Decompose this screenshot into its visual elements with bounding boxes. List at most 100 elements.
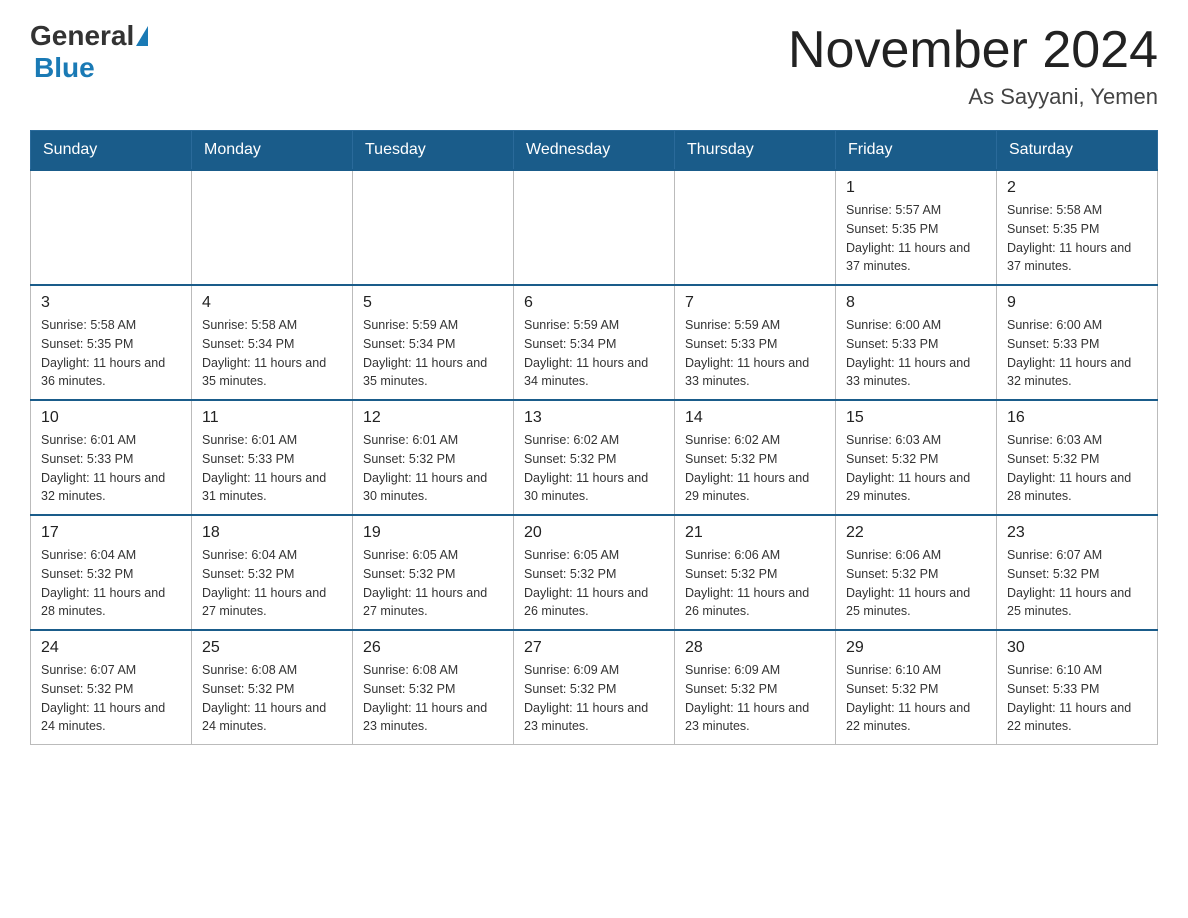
col-header-saturday: Saturday bbox=[997, 131, 1158, 171]
month-title: November 2024 bbox=[788, 20, 1158, 80]
day-number: 30 bbox=[1007, 639, 1147, 657]
day-number: 24 bbox=[41, 639, 181, 657]
calendar-cell: 1 Sunrise: 5:57 AM Sunset: 5:35 PM Daylig… bbox=[836, 170, 997, 285]
day-info: Sunrise: 6:07 AM Sunset: 5:32 PM Dayligh… bbox=[41, 661, 181, 736]
col-header-friday: Friday bbox=[836, 131, 997, 171]
calendar-cell bbox=[675, 170, 836, 285]
logo-general-text: General bbox=[30, 20, 134, 52]
day-info: Sunrise: 6:02 AM Sunset: 5:32 PM Dayligh… bbox=[685, 431, 825, 506]
day-info: Sunrise: 6:06 AM Sunset: 5:32 PM Dayligh… bbox=[685, 546, 825, 621]
day-number: 21 bbox=[685, 524, 825, 542]
calendar-cell: 18 Sunrise: 6:04 AM Sunset: 5:32 PM Dayli… bbox=[192, 515, 353, 630]
day-info: Sunrise: 5:57 AM Sunset: 5:35 PM Dayligh… bbox=[846, 201, 986, 276]
day-info: Sunrise: 6:01 AM Sunset: 5:33 PM Dayligh… bbox=[202, 431, 342, 506]
day-number: 27 bbox=[524, 639, 664, 657]
calendar-cell: 8 Sunrise: 6:00 AM Sunset: 5:33 PM Daylig… bbox=[836, 285, 997, 400]
day-info: Sunrise: 6:02 AM Sunset: 5:32 PM Dayligh… bbox=[524, 431, 664, 506]
day-info: Sunrise: 6:10 AM Sunset: 5:32 PM Dayligh… bbox=[846, 661, 986, 736]
day-info: Sunrise: 6:08 AM Sunset: 5:32 PM Dayligh… bbox=[363, 661, 503, 736]
logo-triangle-icon bbox=[136, 26, 148, 46]
day-number: 17 bbox=[41, 524, 181, 542]
day-info: Sunrise: 5:58 AM Sunset: 5:35 PM Dayligh… bbox=[1007, 201, 1147, 276]
calendar-cell: 30 Sunrise: 6:10 AM Sunset: 5:33 PM Dayli… bbox=[997, 630, 1158, 745]
title-area: November 2024 As Sayyani, Yemen bbox=[788, 20, 1158, 110]
calendar-cell: 24 Sunrise: 6:07 AM Sunset: 5:32 PM Dayli… bbox=[31, 630, 192, 745]
day-number: 7 bbox=[685, 294, 825, 312]
calendar-cell: 7 Sunrise: 5:59 AM Sunset: 5:33 PM Daylig… bbox=[675, 285, 836, 400]
day-info: Sunrise: 6:05 AM Sunset: 5:32 PM Dayligh… bbox=[524, 546, 664, 621]
calendar-week-row: 17 Sunrise: 6:04 AM Sunset: 5:32 PM Dayli… bbox=[31, 515, 1158, 630]
calendar-cell: 27 Sunrise: 6:09 AM Sunset: 5:32 PM Dayli… bbox=[514, 630, 675, 745]
calendar-week-row: 24 Sunrise: 6:07 AM Sunset: 5:32 PM Dayli… bbox=[31, 630, 1158, 745]
day-number: 29 bbox=[846, 639, 986, 657]
day-info: Sunrise: 6:09 AM Sunset: 5:32 PM Dayligh… bbox=[524, 661, 664, 736]
day-number: 15 bbox=[846, 409, 986, 427]
day-info: Sunrise: 6:08 AM Sunset: 5:32 PM Dayligh… bbox=[202, 661, 342, 736]
col-header-sunday: Sunday bbox=[31, 131, 192, 171]
calendar-cell: 2Sunrise: 5:58 AM Sunset: 5:35 PM Daylig… bbox=[997, 170, 1158, 285]
day-info: Sunrise: 5:58 AM Sunset: 5:34 PM Dayligh… bbox=[202, 316, 342, 391]
day-info: Sunrise: 6:10 AM Sunset: 5:33 PM Dayligh… bbox=[1007, 661, 1147, 736]
day-info: Sunrise: 5:59 AM Sunset: 5:34 PM Dayligh… bbox=[363, 316, 503, 391]
day-number: 9 bbox=[1007, 294, 1147, 312]
calendar-cell: 25 Sunrise: 6:08 AM Sunset: 5:32 PM Dayli… bbox=[192, 630, 353, 745]
day-info: Sunrise: 6:01 AM Sunset: 5:33 PM Dayligh… bbox=[41, 431, 181, 506]
day-number: 11 bbox=[202, 409, 342, 427]
calendar-cell: 6Sunrise: 5:59 AM Sunset: 5:34 PM Daylig… bbox=[514, 285, 675, 400]
calendar-cell: 20 Sunrise: 6:05 AM Sunset: 5:32 PM Dayli… bbox=[514, 515, 675, 630]
day-number: 10 bbox=[41, 409, 181, 427]
calendar-cell: 11 Sunrise: 6:01 AM Sunset: 5:33 PM Dayli… bbox=[192, 400, 353, 515]
calendar-cell: 4 Sunrise: 5:58 AM Sunset: 5:34 PM Daylig… bbox=[192, 285, 353, 400]
day-info: Sunrise: 6:03 AM Sunset: 5:32 PM Dayligh… bbox=[846, 431, 986, 506]
calendar-cell: 10 Sunrise: 6:01 AM Sunset: 5:33 PM Dayli… bbox=[31, 400, 192, 515]
day-info: Sunrise: 5:58 AM Sunset: 5:35 PM Dayligh… bbox=[41, 316, 181, 391]
calendar-cell: 29 Sunrise: 6:10 AM Sunset: 5:32 PM Dayli… bbox=[836, 630, 997, 745]
day-number: 20 bbox=[524, 524, 664, 542]
calendar-cell bbox=[353, 170, 514, 285]
calendar-cell: 15 Sunrise: 6:03 AM Sunset: 5:32 PM Dayli… bbox=[836, 400, 997, 515]
calendar-cell: 23Sunrise: 6:07 AM Sunset: 5:32 PM Dayli… bbox=[997, 515, 1158, 630]
page-header: General Blue November 2024 As Sayyani, Y… bbox=[30, 20, 1158, 110]
calendar-cell: 21 Sunrise: 6:06 AM Sunset: 5:32 PM Dayli… bbox=[675, 515, 836, 630]
day-info: Sunrise: 6:01 AM Sunset: 5:32 PM Dayligh… bbox=[363, 431, 503, 506]
day-number: 3 bbox=[41, 294, 181, 312]
calendar-week-row: 1 Sunrise: 5:57 AM Sunset: 5:35 PM Daylig… bbox=[31, 170, 1158, 285]
day-number: 28 bbox=[685, 639, 825, 657]
day-number: 25 bbox=[202, 639, 342, 657]
calendar-header-row: SundayMondayTuesdayWednesdayThursdayFrid… bbox=[31, 131, 1158, 171]
day-number: 18 bbox=[202, 524, 342, 542]
calendar-week-row: 10 Sunrise: 6:01 AM Sunset: 5:33 PM Dayli… bbox=[31, 400, 1158, 515]
day-info: Sunrise: 6:06 AM Sunset: 5:32 PM Dayligh… bbox=[846, 546, 986, 621]
day-info: Sunrise: 5:59 AM Sunset: 5:34 PM Dayligh… bbox=[524, 316, 664, 391]
calendar-cell: 3 Sunrise: 5:58 AM Sunset: 5:35 PM Daylig… bbox=[31, 285, 192, 400]
calendar-cell: 22Sunrise: 6:06 AM Sunset: 5:32 PM Dayli… bbox=[836, 515, 997, 630]
logo-blue-text: Blue bbox=[34, 52, 95, 84]
day-number: 16 bbox=[1007, 409, 1147, 427]
calendar-cell: 17 Sunrise: 6:04 AM Sunset: 5:32 PM Dayli… bbox=[31, 515, 192, 630]
calendar-cell: 13 Sunrise: 6:02 AM Sunset: 5:32 PM Dayli… bbox=[514, 400, 675, 515]
calendar-cell bbox=[192, 170, 353, 285]
col-header-tuesday: Tuesday bbox=[353, 131, 514, 171]
col-header-monday: Monday bbox=[192, 131, 353, 171]
day-number: 4 bbox=[202, 294, 342, 312]
logo: General Blue bbox=[30, 20, 148, 84]
calendar-cell: 16 Sunrise: 6:03 AM Sunset: 5:32 PM Dayli… bbox=[997, 400, 1158, 515]
day-info: Sunrise: 5:59 AM Sunset: 5:33 PM Dayligh… bbox=[685, 316, 825, 391]
day-number: 13 bbox=[524, 409, 664, 427]
calendar-cell: 14 Sunrise: 6:02 AM Sunset: 5:32 PM Dayli… bbox=[675, 400, 836, 515]
calendar-cell: 9Sunrise: 6:00 AM Sunset: 5:33 PM Daylig… bbox=[997, 285, 1158, 400]
day-info: Sunrise: 6:04 AM Sunset: 5:32 PM Dayligh… bbox=[41, 546, 181, 621]
day-info: Sunrise: 6:00 AM Sunset: 5:33 PM Dayligh… bbox=[846, 316, 986, 391]
day-info: Sunrise: 6:03 AM Sunset: 5:32 PM Dayligh… bbox=[1007, 431, 1147, 506]
day-info: Sunrise: 6:04 AM Sunset: 5:32 PM Dayligh… bbox=[202, 546, 342, 621]
day-number: 23 bbox=[1007, 524, 1147, 542]
calendar-table: SundayMondayTuesdayWednesdayThursdayFrid… bbox=[30, 130, 1158, 745]
calendar-cell bbox=[514, 170, 675, 285]
day-number: 8 bbox=[846, 294, 986, 312]
day-number: 1 bbox=[846, 179, 986, 197]
calendar-cell: 5Sunrise: 5:59 AM Sunset: 5:34 PM Daylig… bbox=[353, 285, 514, 400]
logo-text: General bbox=[30, 20, 148, 52]
day-info: Sunrise: 6:09 AM Sunset: 5:32 PM Dayligh… bbox=[685, 661, 825, 736]
col-header-wednesday: Wednesday bbox=[514, 131, 675, 171]
day-number: 14 bbox=[685, 409, 825, 427]
